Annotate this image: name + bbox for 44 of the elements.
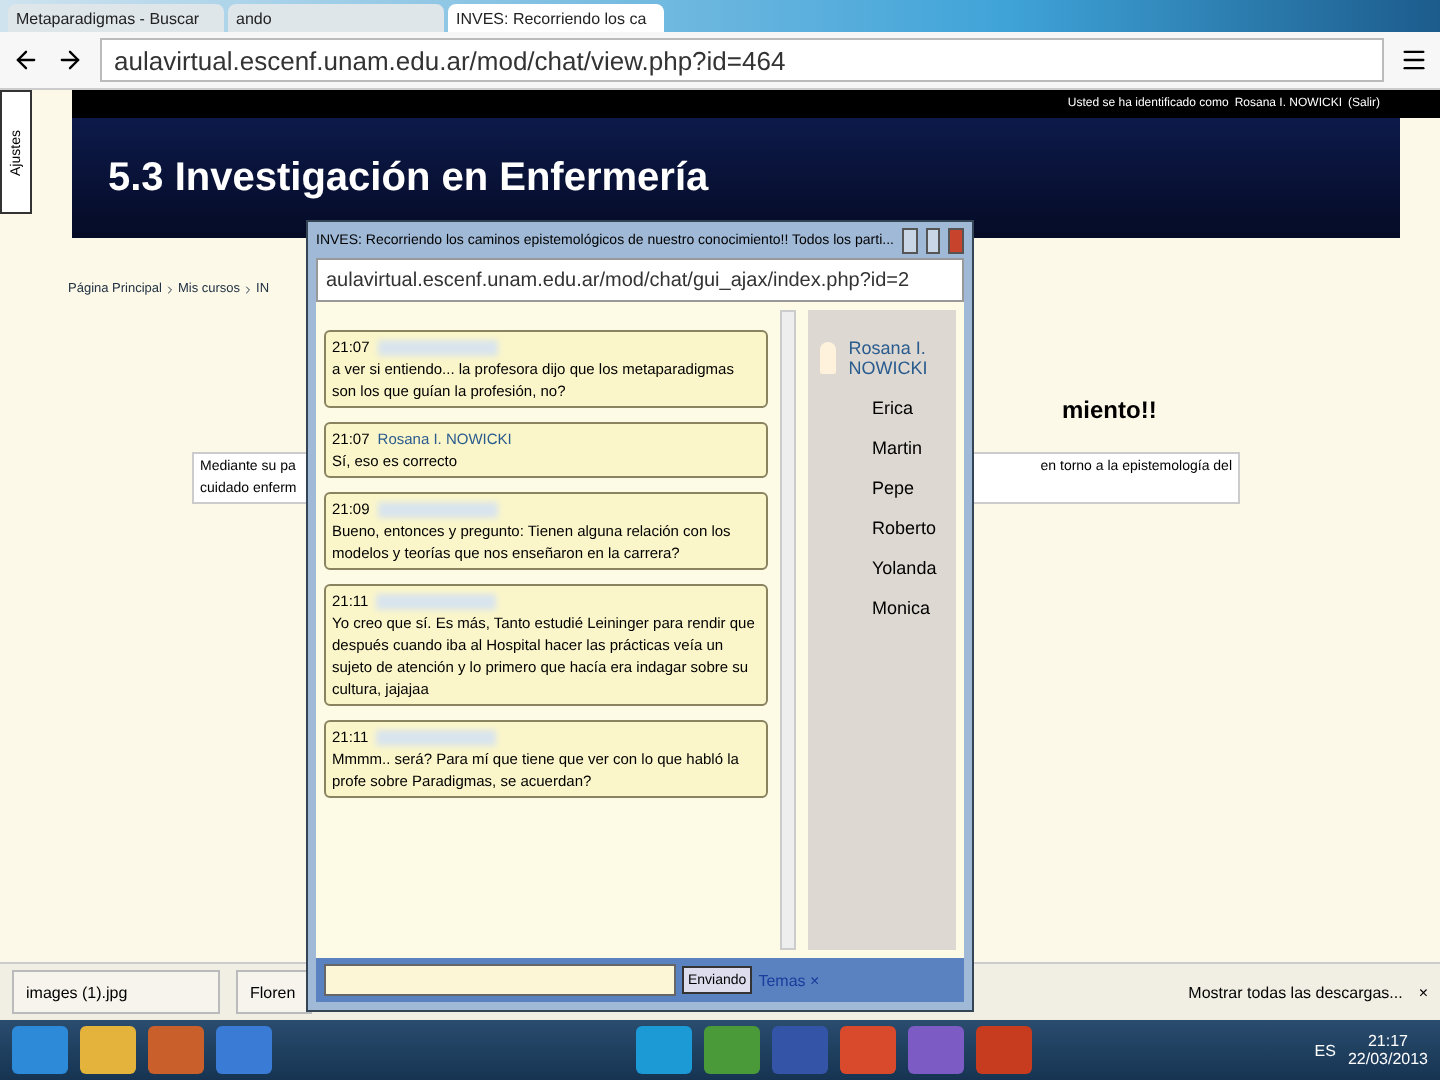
page-heading: miento!! [1062, 396, 1159, 424]
close-icon[interactable]: × [1418, 983, 1428, 1001]
browser-tab[interactable]: ando [228, 4, 444, 32]
taskbar-app-icon[interactable] [636, 1026, 692, 1074]
user-name: Martin [870, 438, 925, 458]
user-name: Rosana I. NOWICKI [848, 338, 930, 378]
scrollbar[interactable] [780, 310, 796, 950]
user-name: Yolanda [870, 558, 939, 578]
taskbar-app-icon[interactable] [148, 1026, 204, 1074]
menu-icon[interactable] [1400, 46, 1428, 74]
show-downloads-link[interactable]: Mostrar todas las descargas... [1188, 983, 1403, 1001]
chevron-icon [242, 283, 255, 295]
browser-tab[interactable]: INVES: Recorriendo los ca [448, 4, 664, 32]
download-item[interactable]: images (1).jpg [12, 970, 220, 1014]
user-name: Monica [870, 598, 933, 618]
user-name: Pepe [870, 478, 917, 498]
clock[interactable]: 21:17 22/03/2013 [1347, 1032, 1428, 1068]
taskbar-app-icon[interactable] [704, 1026, 760, 1074]
taskbar-app-icon[interactable] [976, 1026, 1032, 1074]
browser-tab[interactable]: Metaparadigmas - Buscar [8, 4, 224, 32]
taskbar-app-icon[interactable] [80, 1026, 136, 1074]
blurred-name [376, 729, 497, 745]
back-icon[interactable] [12, 46, 40, 74]
taskbar-app-icon[interactable] [216, 1026, 272, 1074]
forward-icon[interactable] [56, 46, 84, 74]
blurred-name [376, 593, 497, 609]
avatar-icon [820, 342, 837, 374]
maximize-button[interactable] [925, 227, 941, 253]
address-field[interactable]: aulavirtual.escenf.unam.edu.ar/mod/chat/gui_ajax/index.php?id=2 [316, 258, 964, 302]
taskbar-app-icon[interactable] [840, 1026, 896, 1074]
taskbar-app-icon[interactable] [12, 1026, 68, 1074]
close-button[interactable] [948, 227, 964, 253]
message-input[interactable] [324, 964, 676, 996]
user-name: Erica [870, 398, 916, 418]
blurred-name [377, 501, 498, 517]
language-indicator[interactable]: ES [1314, 1041, 1336, 1059]
download-item[interactable]: Floren [236, 970, 312, 1014]
minimize-button[interactable] [901, 227, 918, 253]
address-field[interactable]: aulavirtual.escenf.unam.edu.ar/mod/chat/view.php?id=464 [100, 38, 1384, 82]
user-name: Roberto [870, 518, 939, 538]
blurred-name [377, 339, 498, 355]
taskbar-app-icon[interactable] [908, 1026, 964, 1074]
taskbar-app-icon[interactable] [772, 1026, 828, 1074]
chevron-icon [163, 283, 176, 295]
